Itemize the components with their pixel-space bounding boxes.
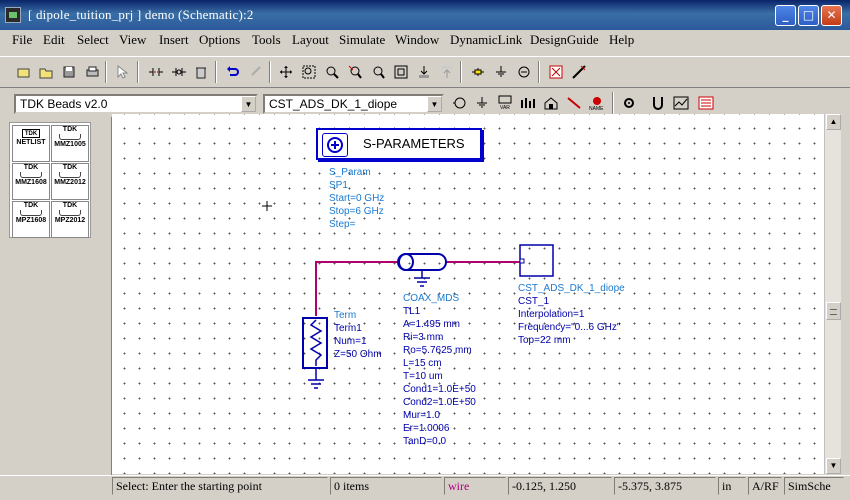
sparam-properties[interactable]: S_Param SP1 Start=0 GHz Stop=6 GHz Step= xyxy=(329,166,384,231)
cst-properties[interactable]: CST_1 Interpolation=1 Frequency="0...6 G… xyxy=(518,295,620,347)
term-properties[interactable]: Term1 Num=1 Z=50 Ohm xyxy=(334,322,382,361)
status-mode: wire xyxy=(444,477,506,495)
coax-properties[interactable]: TL1 A=1.495 mm Ri=3 mm Ro=5.7625 mm L=15… xyxy=(403,305,476,448)
crosshair-cursor xyxy=(262,201,272,211)
vertical-scrollbar[interactable]: ▲ ▼ xyxy=(824,114,841,474)
status-layer: A/RF xyxy=(748,477,782,495)
scroll-thumb[interactable] xyxy=(826,302,841,320)
resistor-zigzag xyxy=(309,319,323,366)
status-bar: Select: Enter the starting point 0 items… xyxy=(0,475,850,500)
cst-label[interactable]: CST_ADS_DK_1_diope xyxy=(518,282,625,295)
network-analyzer-icon xyxy=(322,133,348,157)
wire-term-coax xyxy=(315,261,398,316)
coax-symbol xyxy=(397,253,447,271)
coax-label[interactable]: COAX_MDS xyxy=(403,292,459,305)
sparameters-controller[interactable]: S-PARAMETERS xyxy=(316,128,482,160)
status-coordinates: -0.125, 1.250 xyxy=(508,477,612,495)
scroll-up-icon[interactable]: ▲ xyxy=(826,114,841,130)
status-item-count: 0 items xyxy=(330,477,442,495)
term-label[interactable]: Term xyxy=(334,309,356,322)
cst-block-symbol xyxy=(519,244,554,277)
status-units: in xyxy=(718,477,746,495)
scroll-down-icon[interactable]: ▼ xyxy=(826,458,841,474)
status-prompt: Select: Enter the starting point xyxy=(112,477,328,495)
status-simulator: SimSche xyxy=(784,477,844,495)
ground-symbol-term xyxy=(308,368,324,389)
sparameters-title: S-PARAMETERS xyxy=(363,136,465,151)
status-relative-coordinates: -5.375, 3.875 xyxy=(614,477,716,495)
ground-symbol-coax xyxy=(414,270,430,287)
term-symbol xyxy=(302,317,328,369)
